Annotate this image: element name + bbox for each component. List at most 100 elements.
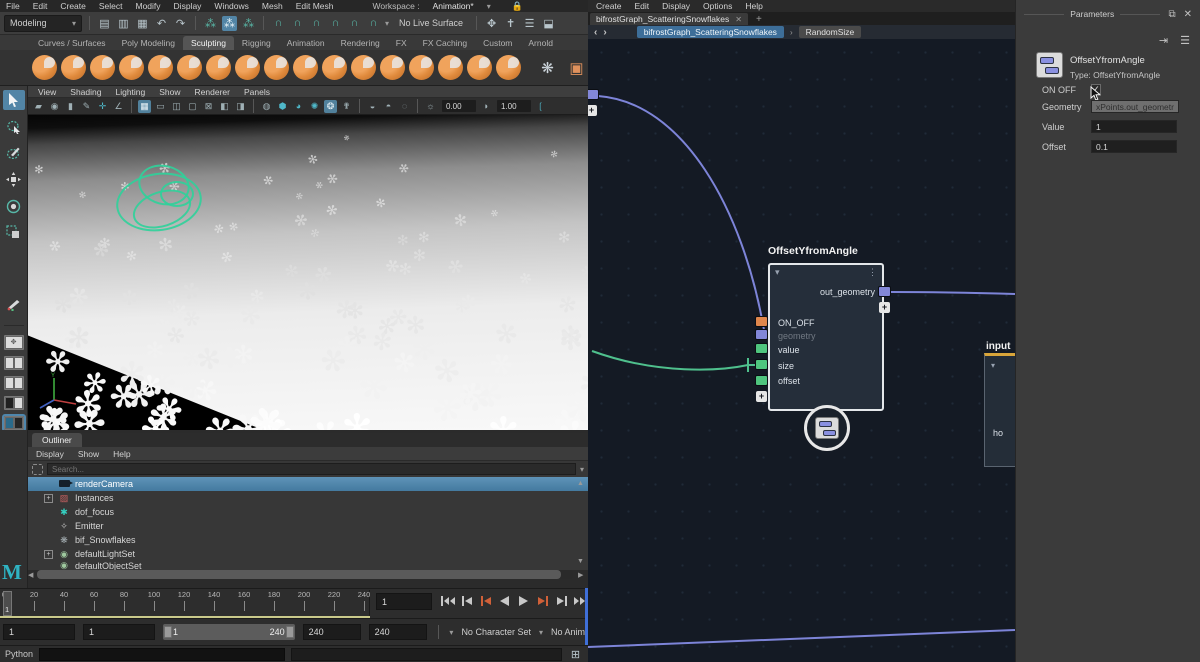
play-forwards-button[interactable]: [516, 593, 531, 609]
isolate-select-icon[interactable]: ◒: [366, 100, 379, 113]
timeline-playhead[interactable]: 1: [3, 591, 12, 616]
bifrost-menu-display[interactable]: Display: [662, 1, 690, 11]
knife-tool-icon[interactable]: [409, 55, 434, 80]
step-back-frame-button[interactable]: [459, 593, 474, 609]
outliner-item-emitter[interactable]: ✧ Emitter: [28, 519, 588, 533]
new-scene-icon[interactable]: ▤: [97, 16, 112, 31]
new-tab-icon[interactable]: +: [756, 14, 762, 25]
smear-tool-icon[interactable]: [438, 55, 463, 80]
step-forward-frame-button[interactable]: [554, 593, 569, 609]
layout-four-pane-button[interactable]: [4, 356, 24, 370]
play-backwards-button[interactable]: [497, 593, 512, 609]
vp-menu-view[interactable]: View: [38, 87, 56, 97]
range-start-handle[interactable]: [164, 626, 172, 638]
snap-projected-icon[interactable]: ∩: [328, 16, 343, 31]
wax-tool-icon[interactable]: [322, 55, 347, 80]
exposure-field[interactable]: 0.00: [442, 100, 476, 112]
foamy-tool-icon[interactable]: [206, 55, 231, 80]
step-forward-key-button[interactable]: [535, 593, 550, 609]
outliner-item-bif-snowflakes[interactable]: ❋ bif_Snowflakes: [28, 533, 588, 547]
menu-mesh[interactable]: Mesh: [262, 1, 283, 11]
shelf-tab-arnold[interactable]: Arnold: [520, 36, 561, 50]
gate-mask-icon[interactable]: ▢: [186, 100, 199, 113]
character-icon[interactable]: ✝: [503, 16, 518, 31]
pinch-tool-icon[interactable]: [148, 55, 173, 80]
menu-edit-mesh[interactable]: Edit Mesh: [296, 1, 334, 11]
shelf-tab-sculpting[interactable]: Sculpting: [183, 36, 234, 50]
bifrost-graph-tab[interactable]: bifrostGraph_ScatteringSnowflakes ✕: [590, 13, 748, 25]
imprint-tool-icon[interactable]: [293, 55, 318, 80]
sculpt-brush-tool[interactable]: [3, 294, 25, 314]
vp-menu-renderer[interactable]: Renderer: [195, 87, 230, 97]
rotate-tool[interactable]: [3, 196, 25, 216]
scroll-down-icon[interactable]: ▼: [577, 558, 584, 565]
snap-grid-icon[interactable]: ∩: [271, 16, 286, 31]
shelf-tab-rigging[interactable]: Rigging: [234, 36, 279, 50]
redo-icon[interactable]: ↷: [173, 16, 188, 31]
offset-port[interactable]: [755, 375, 768, 386]
textured-icon[interactable]: ◕: [292, 100, 305, 113]
save-scene-icon[interactable]: ▦: [135, 16, 150, 31]
range-end-handle[interactable]: [286, 626, 294, 638]
grid-toggle-icon[interactable]: ▦: [138, 100, 151, 113]
lasso-select-tool[interactable]: [3, 116, 25, 136]
scroll-left-icon[interactable]: ◀: [28, 571, 33, 579]
construction-history-icon[interactable]: ✥: [484, 16, 499, 31]
view-transform-icon[interactable]: ❲: [534, 100, 547, 113]
move-tool[interactable]: [3, 169, 25, 189]
spray-tool-icon[interactable]: [235, 55, 260, 80]
bifrost-menu-edit[interactable]: Edit: [635, 1, 650, 11]
shadows-icon[interactable]: ❂: [324, 100, 337, 113]
outliner-horizontal-scrollbar[interactable]: [33, 570, 573, 579]
snap-point-icon[interactable]: ∩: [309, 16, 324, 31]
outliner-item-defaultlightset[interactable]: + ◉ defaultLightSet: [28, 547, 588, 561]
lights-icon[interactable]: ✺: [308, 100, 321, 113]
output-connections-icon[interactable]: ⬓: [541, 16, 556, 31]
paint-select-tool[interactable]: [3, 143, 25, 163]
shelf-tab-poly-modeling[interactable]: Poly Modeling: [114, 36, 183, 50]
parameters-menu-icon[interactable]: ☰: [1180, 34, 1190, 47]
shelf-tab-fx-caching[interactable]: FX Caching: [415, 36, 475, 50]
shelf-tab-animation[interactable]: Animation: [279, 36, 333, 50]
playback-start-field[interactable]: [83, 624, 155, 640]
repeat-tool-icon[interactable]: [264, 55, 289, 80]
xray-joints-icon[interactable]: ◌: [398, 100, 411, 113]
gamma-field[interactable]: 1.00: [497, 100, 531, 112]
anim-layer-selector[interactable]: No Anim: [551, 627, 585, 637]
outliner-item-rendercamera[interactable]: renderCamera: [28, 477, 588, 491]
scroll-up-icon[interactable]: ▲: [577, 480, 584, 487]
expand-icon[interactable]: +: [44, 494, 53, 503]
close-tab-icon[interactable]: ✕: [735, 15, 742, 24]
menu-windows[interactable]: Windows: [214, 1, 248, 11]
animation-end-field[interactable]: [369, 624, 427, 640]
menu-modify[interactable]: Modify: [136, 1, 161, 11]
sculpt-options-icon[interactable]: ▣: [564, 55, 589, 80]
search-options-dropdown-icon[interactable]: ▾: [580, 465, 584, 474]
input-node[interactable]: ▾ ho: [984, 353, 1015, 467]
animation-start-field[interactable]: [3, 624, 75, 640]
filter-icon[interactable]: [32, 464, 43, 475]
outliner-menu-display[interactable]: Display: [36, 449, 64, 459]
viewport-3d-canvas[interactable]: ✻✻✻✻✻✻✻✻✻✻✻✻✻✻✻✻✻✻✻✻✻✻✻✻✻✻✻✻✻✻✻✻✻✻✻✻✻✻✻✻…: [28, 115, 588, 430]
search-input[interactable]: [47, 463, 576, 475]
selected-emitter-wireframe[interactable]: [98, 155, 268, 265]
image-plane-icon[interactable]: ✎: [80, 100, 93, 113]
on-off-port[interactable]: [755, 316, 768, 327]
outliner-menu-show[interactable]: Show: [78, 449, 99, 459]
vp-menu-lighting[interactable]: Lighting: [115, 87, 145, 97]
undo-icon[interactable]: ↶: [154, 16, 169, 31]
bookmark-icon[interactable]: ▮: [64, 100, 77, 113]
playback-end-field[interactable]: [303, 624, 361, 640]
select-component-icon[interactable]: ⁂: [241, 16, 256, 31]
add-output-port-icon[interactable]: +: [879, 302, 890, 313]
safe-title-icon[interactable]: ◨: [234, 100, 247, 113]
layout-two-pane-button[interactable]: [4, 376, 24, 390]
outliner-tab[interactable]: Outliner: [32, 433, 82, 447]
edge-node-output-port[interactable]: [588, 89, 599, 100]
wireframe-icon[interactable]: ◍: [260, 100, 273, 113]
screen-space-ao-icon[interactable]: ✟: [340, 100, 353, 113]
resolution-gate-icon[interactable]: ◫: [170, 100, 183, 113]
smooth-tool-icon[interactable]: [61, 55, 86, 80]
outliner-item-dof-focus[interactable]: ✱ dof_focus: [28, 505, 588, 519]
open-scene-icon[interactable]: ▥: [116, 16, 131, 31]
